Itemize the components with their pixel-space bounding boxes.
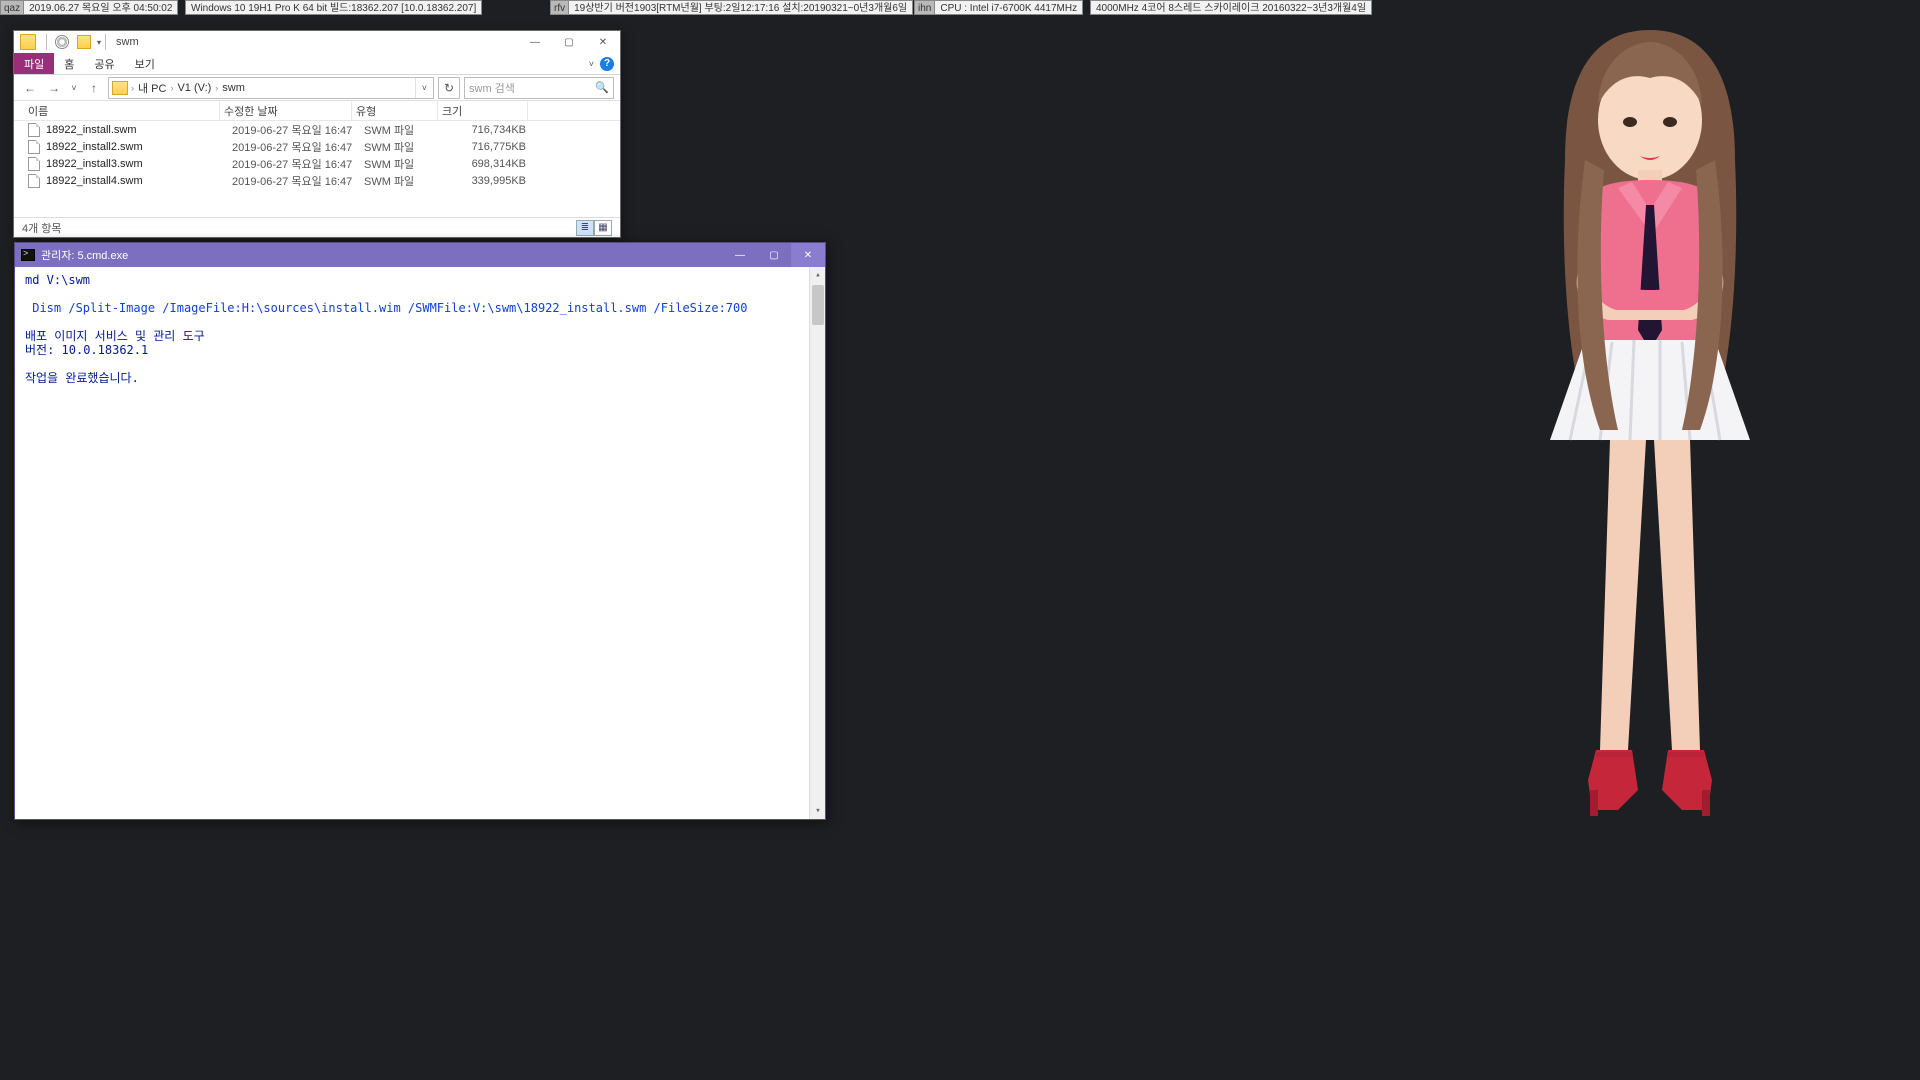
file-size: 716,734KB xyxy=(450,124,540,136)
scroll-thumb[interactable] xyxy=(812,285,824,325)
address-dropdown-icon[interactable]: ˅ xyxy=(415,78,433,98)
file-date: 2019-06-27 목요일 16:47 xyxy=(232,173,364,189)
scrollbar[interactable]: ▴ ▾ xyxy=(809,267,825,819)
cmd-line: md V:\swm xyxy=(25,273,815,287)
file-icon xyxy=(28,157,40,171)
cmd-line: Dism /Split-Image /ImageFile:H:\sources\… xyxy=(25,301,815,315)
file-row[interactable]: 18922_install4.swm 2019-06-27 목요일 16:47 … xyxy=(14,172,620,189)
ribbon: 파일 홈 공유 보기 ˅ ? xyxy=(14,53,620,75)
search-placeholder: swm 검색 xyxy=(469,80,515,96)
minimize-button[interactable]: — xyxy=(723,243,757,267)
file-row[interactable]: 18922_install2.swm 2019-06-27 목요일 16:47 … xyxy=(14,138,620,155)
forward-button[interactable]: → xyxy=(44,78,64,98)
file-icon xyxy=(28,174,40,188)
item-count: 4개 항목 xyxy=(22,220,62,236)
col-size[interactable]: 크기 xyxy=(438,101,528,120)
cmd-line: 배포 이미지 서비스 및 관리 도구 xyxy=(25,329,815,343)
file-type: SWM 파일 xyxy=(364,173,450,189)
address-bar[interactable]: › 내 PC › V1 (V:) › swm ˅ xyxy=(108,77,434,99)
file-row[interactable]: 18922_install3.swm 2019-06-27 목요일 16:47 … xyxy=(14,155,620,172)
file-date: 2019-06-27 목요일 16:47 xyxy=(232,156,364,172)
file-icon xyxy=(28,123,40,137)
status-label: qaz xyxy=(0,0,24,15)
tab-file[interactable]: 파일 xyxy=(14,53,54,74)
folder-icon xyxy=(20,34,36,50)
close-button[interactable]: ✕ xyxy=(586,31,620,53)
status-value: 19상반기 버전1903[RTM년월] 부팅:2일12:17:16 설치:201… xyxy=(569,0,913,15)
col-date[interactable]: 수정한 날짜 xyxy=(220,101,352,120)
explorer-window: ▾ swm — ▢ ✕ 파일 홈 공유 보기 ˅ ? ← → ˅ ↑ › 내 P… xyxy=(13,30,621,238)
search-icon[interactable]: 🔍 xyxy=(595,81,609,94)
file-type: SWM 파일 xyxy=(364,156,450,172)
file-list: 18922_install.swm 2019-06-27 목요일 16:47 S… xyxy=(14,121,620,189)
cmd-titlebar[interactable]: 관리자: 5.cmd.exe — ▢ ✕ xyxy=(15,243,825,267)
col-type[interactable]: 유형 xyxy=(352,101,438,120)
file-row[interactable]: 18922_install.swm 2019-06-27 목요일 16:47 S… xyxy=(14,121,620,138)
cmd-line: 버전: 10.0.18362.1 xyxy=(25,343,815,357)
up-button[interactable]: ↑ xyxy=(84,78,104,98)
status-value: CPU : Intel i7-6700K 4417MHz xyxy=(935,0,1083,15)
col-name[interactable]: 이름 xyxy=(24,101,220,120)
window-title: 관리자: 5.cmd.exe xyxy=(41,247,128,263)
status-ihn: ihn CPU : Intel i7-6700K 4417MHz xyxy=(914,0,1083,15)
file-icon xyxy=(28,140,40,154)
qat-dropdown-icon[interactable]: ▾ xyxy=(97,38,101,47)
refresh-button[interactable]: ↻ xyxy=(438,77,460,99)
cmd-output[interactable]: md V:\swm Dism /Split-Image /ImageFile:H… xyxy=(15,267,825,819)
back-button[interactable]: ← xyxy=(20,78,40,98)
status-windows: Windows 10 19H1 Pro K 64 bit 빌드:18362.20… xyxy=(185,0,482,15)
file-name: 18922_install3.swm xyxy=(46,158,232,170)
column-headers: 이름 수정한 날짜 유형 크기 xyxy=(14,101,620,121)
status-value: 4000MHz 4코어 8스레드 스카이레이크 20160322~3년3개월4일 xyxy=(1090,0,1372,15)
scroll-up-icon[interactable]: ▴ xyxy=(810,267,825,283)
disk-icon[interactable] xyxy=(55,35,69,49)
maximize-button[interactable]: ▢ xyxy=(552,31,586,53)
tab-home[interactable]: 홈 xyxy=(54,53,84,74)
cmd-window: 관리자: 5.cmd.exe — ▢ ✕ md V:\swm Dism /Spl… xyxy=(14,242,826,820)
ribbon-collapse-icon[interactable]: ˅ xyxy=(589,59,594,69)
help-icon[interactable]: ? xyxy=(600,57,614,71)
status-clock: 4000MHz 4코어 8스레드 스카이레이크 20160322~3년3개월4일 xyxy=(1090,0,1372,15)
breadcrumb[interactable]: swm xyxy=(218,82,249,94)
scroll-down-icon[interactable]: ▾ xyxy=(810,803,825,819)
file-size: 716,775KB xyxy=(450,141,540,153)
status-rfv: rfv 19상반기 버전1903[RTM년월] 부팅:2일12:17:16 설치… xyxy=(550,0,913,15)
wallpaper-character xyxy=(1500,10,1800,820)
file-size: 698,314KB xyxy=(450,158,540,170)
status-label: ihn xyxy=(914,0,935,15)
file-size: 339,995KB xyxy=(450,175,540,187)
maximize-button[interactable]: ▢ xyxy=(757,243,791,267)
search-input[interactable]: swm 검색 🔍 xyxy=(464,77,614,99)
statusbar: 4개 항목 ≣ ▦ xyxy=(14,217,620,237)
address-row: ← → ˅ ↑ › 내 PC › V1 (V:) › swm ˅ ↻ swm 검… xyxy=(14,75,620,101)
folder-icon[interactable] xyxy=(77,35,91,49)
cmd-icon xyxy=(21,249,35,261)
file-name: 18922_install2.swm xyxy=(46,141,232,153)
status-value: Windows 10 19H1 Pro K 64 bit 빌드:18362.20… xyxy=(185,0,482,15)
explorer-titlebar[interactable]: ▾ swm — ▢ ✕ xyxy=(14,31,620,53)
status-value: 2019.06.27 목요일 오후 04:50:02 xyxy=(24,0,178,15)
file-name: 18922_install4.swm xyxy=(46,175,232,187)
tab-share[interactable]: 공유 xyxy=(84,53,124,74)
file-type: SWM 파일 xyxy=(364,122,450,138)
file-date: 2019-06-27 목요일 16:47 xyxy=(232,122,364,138)
breadcrumb[interactable]: V1 (V:) xyxy=(173,82,215,94)
file-date: 2019-06-27 목요일 16:47 xyxy=(232,139,364,155)
folder-icon xyxy=(112,81,128,95)
history-dropdown[interactable]: ˅ xyxy=(68,78,80,98)
status-qaz: qaz 2019.06.27 목요일 오후 04:50:02 xyxy=(0,0,178,15)
view-details-button[interactable]: ≣ xyxy=(576,220,594,236)
cmd-line: 작업을 완료했습니다. xyxy=(25,371,815,385)
window-title: swm xyxy=(116,36,139,48)
status-label: rfv xyxy=(550,0,569,15)
tab-view[interactable]: 보기 xyxy=(125,53,165,74)
view-icons-button[interactable]: ▦ xyxy=(594,220,612,236)
file-type: SWM 파일 xyxy=(364,139,450,155)
close-button[interactable]: ✕ xyxy=(791,243,825,267)
breadcrumb[interactable]: 내 PC xyxy=(134,80,170,96)
minimize-button[interactable]: — xyxy=(518,31,552,53)
file-name: 18922_install.swm xyxy=(46,124,232,136)
